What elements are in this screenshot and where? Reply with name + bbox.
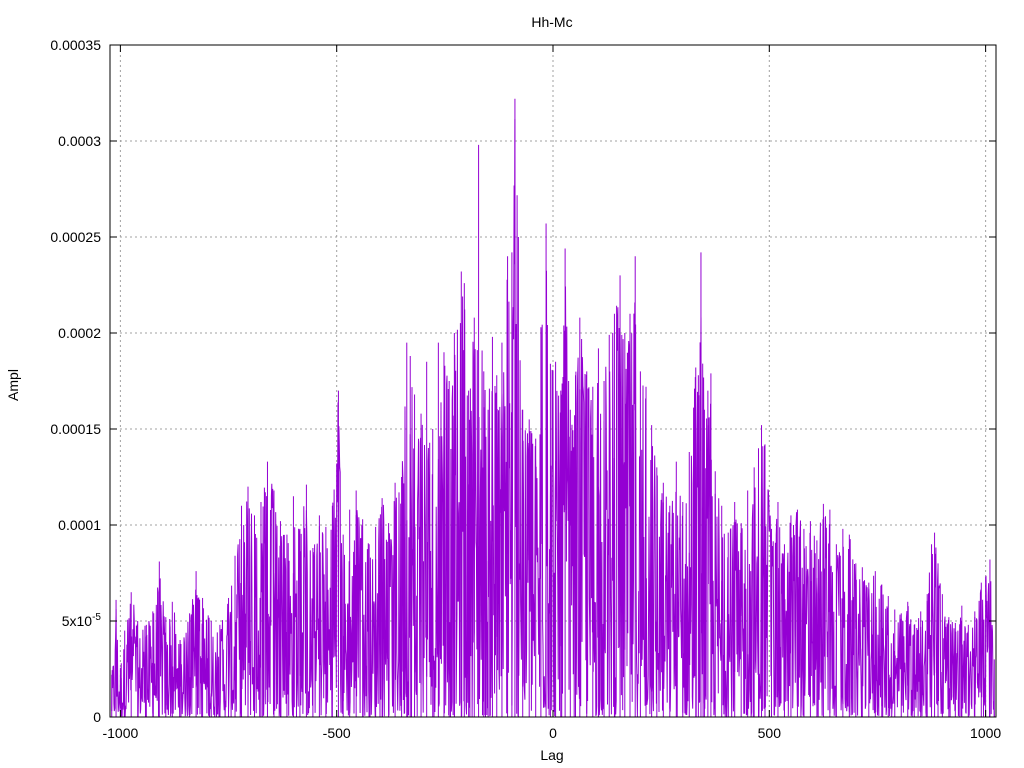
x-axis-label: Lag (540, 747, 563, 763)
y-tick-label: 0.00025 (50, 229, 101, 245)
y-tick-label: 0 (93, 709, 101, 725)
x-tick-label: 0 (549, 725, 557, 741)
y-tick-label: 0.0002 (58, 325, 101, 341)
x-tick-label: -500 (323, 725, 351, 741)
x-tick-label: 500 (758, 725, 782, 741)
chart: 0 5x10-5 0.0001 0.00015 0.0002 0.00025 0.0003 0… (5, 14, 1001, 763)
y-tick-label: 0.0001 (58, 517, 101, 533)
y-axis-label: Ampl (5, 369, 21, 401)
chart-title: Hh-Mc (531, 14, 572, 30)
y-tick-exponent: -5 (92, 612, 101, 623)
x-tick-label: -1000 (102, 725, 138, 741)
y-tick-label: 0.0003 (58, 133, 101, 149)
x-tick-label: 1000 (970, 725, 1001, 741)
y-tick-label: 5x10-5 (62, 612, 102, 629)
y-tick-label: 0.00035 (50, 37, 101, 53)
y-tick-label: 0.00015 (50, 421, 101, 437)
